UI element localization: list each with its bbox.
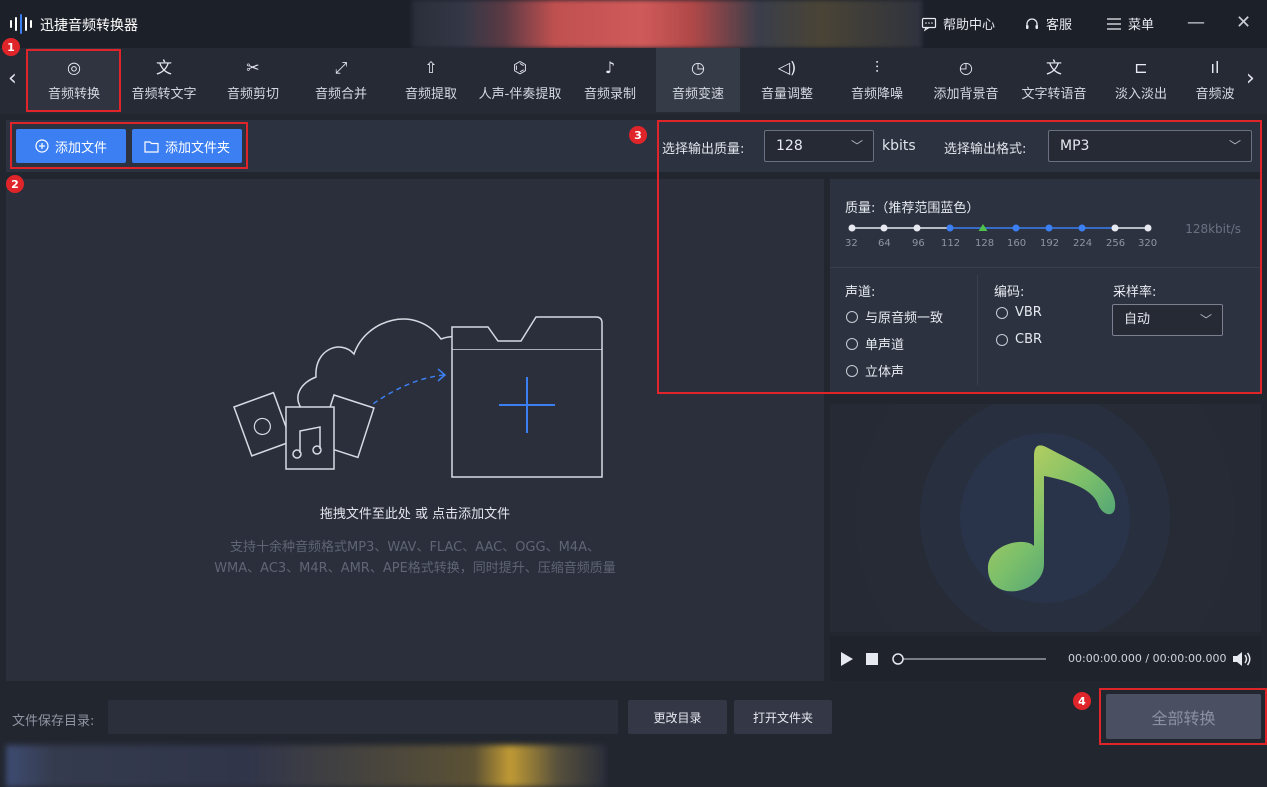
- extract-icon: ⇧: [424, 58, 438, 77]
- bgm-icon: ◴: [959, 58, 973, 77]
- tool-text-to-speech[interactable]: 文 文字转语音: [1012, 48, 1096, 112]
- audio-more-icon: ıl: [1210, 58, 1220, 77]
- customer-service-label: 客服: [1046, 18, 1073, 33]
- title-bar: 迅捷音频转换器 帮助中心 客服 菜单 — ✕: [0, 0, 1267, 48]
- annotation-box: [657, 120, 1262, 394]
- scissors-icon: ✂: [246, 58, 260, 77]
- tool-label: 音频提取: [404, 87, 457, 102]
- play-icon[interactable]: [840, 651, 854, 667]
- audio-preview: [830, 404, 1261, 632]
- tool-label: 音频转文字: [131, 87, 197, 102]
- tool-audio-merge[interactable]: ⤢ 音频合并: [300, 48, 382, 112]
- blurred-footer: [6, 745, 606, 787]
- vocal-extract-icon: ⌬: [513, 58, 527, 77]
- tool-add-bgm[interactable]: ◴ 添加背景音: [924, 48, 1008, 112]
- annotation-box: [1099, 688, 1267, 745]
- player-controls: 00:00:00.000 / 00:00:00.000: [830, 636, 1261, 681]
- tool-label: 音频降噪: [850, 87, 903, 102]
- tool-fade[interactable]: ⊏ 淡入淡出: [1100, 48, 1182, 112]
- tool-denoise[interactable]: ⫶ 音频降噪: [836, 48, 918, 112]
- tool-audio-more[interactable]: ıl 音频波: [1190, 48, 1240, 112]
- save-dir-label: 文件保存目录:: [12, 714, 95, 729]
- close-button[interactable]: ✕: [1236, 12, 1251, 33]
- tool-label: 音频变速: [671, 87, 724, 102]
- fade-icon: ⊏: [1134, 58, 1148, 77]
- app-logo-icon: [10, 12, 36, 36]
- scroll-left-button[interactable]: ‹: [8, 66, 17, 91]
- microphone-icon: ♪: [604, 58, 616, 77]
- tool-label: 文字转语音: [1021, 87, 1087, 102]
- chat-bubble-icon: [921, 17, 937, 31]
- tool-volume-adjust[interactable]: ◁) 音量调整: [746, 48, 828, 112]
- tool-label: 音量调整: [760, 87, 813, 102]
- app-window: 迅捷音频转换器 帮助中心 客服 菜单 — ✕ ‹ ◎ 音频转换 文 音频转文字 …: [0, 0, 1267, 787]
- tool-label: 淡入淡出: [1114, 87, 1167, 102]
- tool-label: 音频波: [1195, 87, 1235, 102]
- blurred-banner: [412, 0, 922, 48]
- headset-icon: [1026, 17, 1038, 29]
- text-to-speech-icon: 文: [1045, 58, 1062, 77]
- help-center-label: 帮助中心: [943, 18, 996, 33]
- tool-audio-extract[interactable]: ⇧ 音频提取: [390, 48, 472, 112]
- tool-vocal-extract[interactable]: ⌬ 人声-伴奏提取: [472, 48, 568, 112]
- speech-to-text-icon: 文: [155, 58, 172, 77]
- tool-speech-to-text[interactable]: 文 音频转文字: [122, 48, 206, 112]
- tool-label: 音频录制: [583, 87, 636, 102]
- hamburger-icon: [1107, 17, 1121, 30]
- annotation-badge: 1: [2, 38, 20, 56]
- drop-hint: 拖拽文件至此处 或 点击添加文件: [319, 507, 511, 522]
- save-dir-field[interactable]: [108, 700, 618, 734]
- minimize-button[interactable]: —: [1187, 12, 1205, 33]
- supported-formats-line-2: WMA、AC3、M4R、AMR、APE格式转换，同时提升、压缩音频质量: [214, 561, 616, 576]
- customer-service-button[interactable]: 客服: [1024, 14, 1072, 33]
- menu-label: 菜单: [1128, 18, 1155, 33]
- volume-icon: ◁): [777, 58, 797, 77]
- tool-label: 人声-伴奏提取: [478, 87, 562, 102]
- tool-label: 音频剪切: [226, 87, 279, 102]
- tool-label: 添加背景音: [933, 87, 999, 102]
- scroll-right-button[interactable]: ›: [1246, 66, 1255, 91]
- playback-time: 00:00:00.000 / 00:00:00.000: [1068, 652, 1227, 665]
- help-center-button[interactable]: 帮助中心: [921, 14, 995, 33]
- cloud-upload-illustration-icon: [233, 316, 603, 478]
- supported-formats-text: 支持十余种音频格式MP3、WAV、FLAC、AAC、OGG、M4A、 WMA、A…: [6, 537, 824, 579]
- annotation-badge: 4: [1073, 692, 1091, 710]
- annotation-badge: 2: [6, 175, 24, 193]
- denoise-icon: ⫶: [874, 58, 879, 77]
- tool-strip: ‹ ◎ 音频转换 文 音频转文字 ✂ 音频剪切 ⤢ 音频合并 ⇧ 音频提取 ⌬ …: [0, 48, 1267, 114]
- speaker-icon[interactable]: [1232, 651, 1252, 667]
- tool-audio-speed[interactable]: ◷ 音频变速: [656, 48, 740, 112]
- change-dir-button[interactable]: 更改目录: [628, 700, 727, 734]
- stop-icon[interactable]: [866, 653, 878, 665]
- tool-label: 音频合并: [314, 87, 367, 102]
- annotation-box: [26, 49, 121, 112]
- merge-icon: ⤢: [334, 58, 348, 77]
- tool-audio-cut[interactable]: ✂ 音频剪切: [212, 48, 294, 112]
- supported-formats-line-1: 支持十余种音频格式MP3、WAV、FLAC、AAC、OGG、M4A、: [230, 540, 600, 555]
- menu-button[interactable]: 菜单: [1106, 14, 1154, 33]
- annotation-badge: 3: [629, 126, 647, 144]
- music-note-icon: [855, 404, 1235, 632]
- seek-slider[interactable]: [892, 653, 1048, 665]
- app-title: 迅捷音频转换器: [40, 18, 138, 34]
- tool-audio-record[interactable]: ♪ 音频录制: [570, 48, 650, 112]
- speed-icon: ◷: [691, 58, 705, 77]
- open-folder-button[interactable]: 打开文件夹: [734, 700, 832, 734]
- annotation-box: [10, 122, 248, 169]
